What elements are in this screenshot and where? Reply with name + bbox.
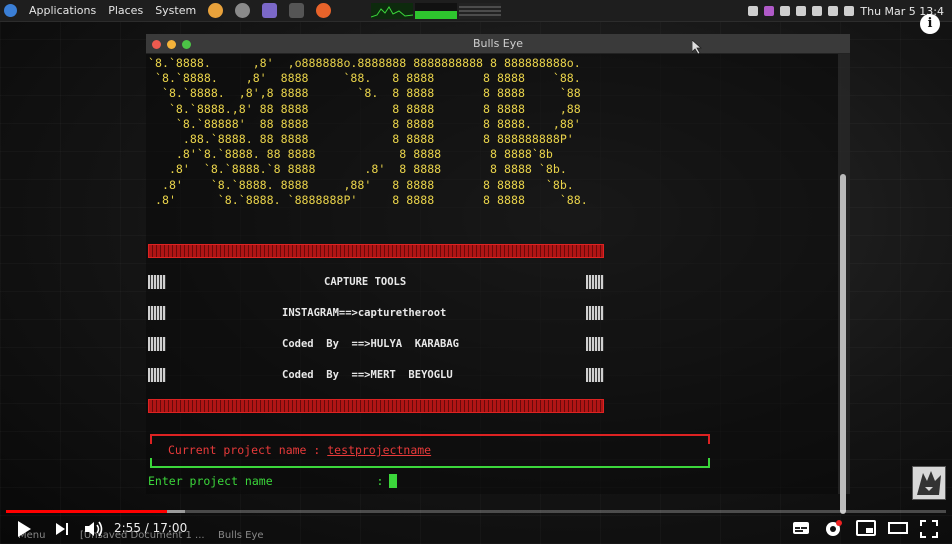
menu-applications[interactable]: Applications (29, 4, 96, 17)
battery-icon[interactable] (828, 6, 839, 16)
menu-places[interactable]: Places (108, 4, 143, 17)
channel-avatar[interactable] (912, 466, 946, 500)
miniplayer-icon[interactable] (856, 520, 876, 536)
window-title: Bulls Eye (472, 37, 524, 50)
terminal-launcher-icon[interactable] (289, 3, 305, 18)
red-separator-top (148, 244, 604, 258)
banner-line: `8.`8888. ,8',8 8888 `8. 8 8888 8 8888 `… (148, 86, 581, 101)
system-tray: Thu Mar 5 13:4 (748, 0, 944, 22)
time-display: 2:55 / 17:00 (114, 521, 188, 535)
text-cursor (389, 474, 398, 488)
banner-line: .8' `8.`8888.`8 8888 .8' 8 8888 8 8888 `… (148, 162, 567, 177)
info-icon[interactable]: i (920, 14, 940, 34)
instagram-line: INSTAGRAM==>capturetheroot (282, 307, 447, 319)
play-icon[interactable] (16, 520, 32, 538)
files-launcher-icon[interactable] (262, 3, 278, 18)
box-glyph (148, 337, 166, 351)
menu-system[interactable]: System (155, 4, 196, 17)
box-glyph (148, 368, 166, 382)
box-corner (708, 458, 710, 468)
theater-icon[interactable] (888, 520, 908, 536)
box-glyph (586, 368, 604, 382)
banner-line: `8.`8888. ,8' ,o888888o.8888888 88888888… (148, 56, 581, 70)
window-titlebar[interactable]: Bulls Eye (146, 34, 850, 54)
coded-by-line-2: Coded By ==>MERT BEYOGLU (282, 369, 453, 381)
desktop-top-panel: Applications Places System Thu Mar 5 13:… (0, 0, 952, 22)
current-project-label: Current project name : (168, 443, 328, 457)
terminal-scrollbar[interactable] (838, 54, 850, 514)
subtitles-icon[interactable] (792, 520, 810, 536)
video-frame[interactable]: Applications Places System Thu Mar 5 13:… (0, 0, 952, 544)
box-glyph (586, 275, 604, 289)
red-separator-bottom (148, 399, 604, 413)
tools-heading: CAPTURE TOOLS (324, 276, 407, 288)
scrollbar-thumb[interactable] (840, 174, 846, 514)
mouse-pointer-icon (692, 40, 702, 54)
distro-logo-icon (4, 4, 17, 17)
project-name-box: Current project name : testprojectname (150, 434, 710, 468)
banner-line: .88.`8888. 88 8888 8 8888 8 888888888P' (148, 132, 574, 147)
fullscreen-icon[interactable] (920, 520, 938, 538)
memory-graph (415, 2, 458, 19)
panel-menus: Applications Places System (0, 3, 345, 18)
network-graph (459, 2, 502, 19)
chrome-icon[interactable] (208, 3, 224, 18)
settings-launcher-icon[interactable] (235, 3, 251, 18)
power-icon[interactable] (844, 6, 855, 16)
volume-tray-icon[interactable] (780, 6, 791, 16)
prompt-label: Enter project name : (148, 474, 384, 488)
box-glyph (586, 306, 604, 320)
camera-icon[interactable] (796, 6, 807, 16)
banner-line: `8.`8888. ,8' 8888 `88. 8 8888 8 8888 `8… (148, 71, 581, 86)
played-bar (6, 510, 168, 513)
terminal-content[interactable]: `8.`8888. ,8' ,o888888o.8888888 88888888… (146, 54, 838, 494)
cpu-graph (371, 2, 414, 19)
volume-icon[interactable] (84, 520, 104, 538)
current-project-line: Current project name : testprojectname (168, 443, 431, 457)
wolf-logo-icon (917, 471, 941, 495)
box-glyph (148, 275, 166, 289)
firefox-icon[interactable] (316, 3, 332, 18)
system-monitors (371, 2, 502, 19)
wifi-icon[interactable] (812, 6, 823, 16)
terminal-window[interactable]: Bulls Eye `8.`8888. ,8' ,o888888o.888888… (146, 34, 850, 514)
settings-icon[interactable] (824, 520, 842, 538)
bluetooth-icon[interactable] (748, 6, 759, 16)
project-name-prompt[interactable]: Enter project name : (148, 474, 398, 488)
banner-line: .8' `8.`8888. 8888 ,88' 8 8888 8 8888 `8… (148, 177, 574, 192)
box-corner (150, 458, 152, 468)
app-indicator-icon[interactable] (764, 6, 775, 16)
ascii-banner: `8.`8888. ,8' ,o888888o.8888888 88888888… (148, 56, 588, 208)
video-controls: 2:55 / 17:00 (0, 514, 952, 544)
banner-line: .8'`8.`8888. 88 8888 8 8888 8 8888`8b (148, 147, 553, 162)
box-glyph (148, 306, 166, 320)
current-project-value: testprojectname (327, 443, 432, 457)
video-progress-bar[interactable] (6, 510, 946, 513)
next-icon[interactable] (54, 520, 70, 538)
banner-line: `8.`88888' 88 8888 8 8888 8 8888. ,88' (148, 116, 581, 131)
coded-by-line-1: Coded By ==>HULYA KARABAG (282, 338, 460, 350)
banner-line: `8.`8888.,8' 88 8888 8 8888 8 8888 ,88 (148, 101, 581, 116)
banner-line: .8' `8.`8888. `8888888P' 8 8888 8 8888 `… (148, 192, 588, 207)
box-glyph (586, 337, 604, 351)
